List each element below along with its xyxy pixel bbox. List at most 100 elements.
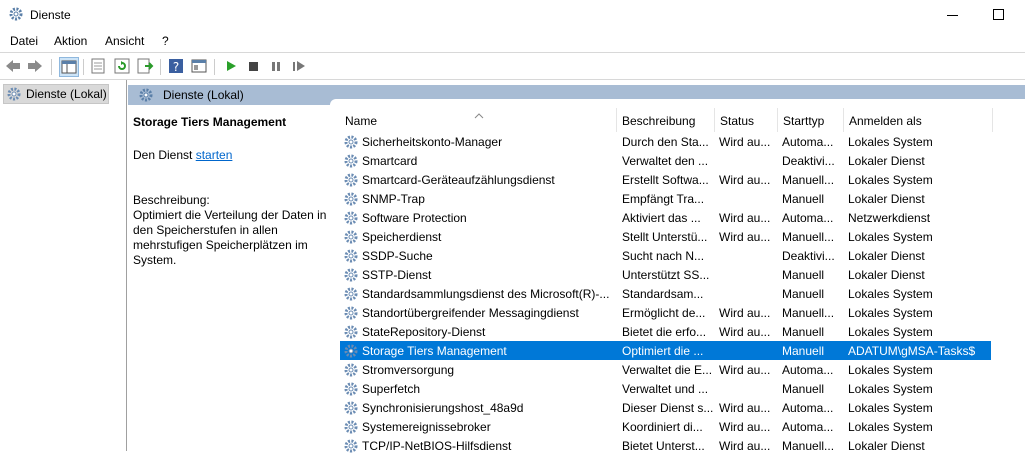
maximize-button[interactable] xyxy=(985,6,1015,24)
column-header-name[interactable]: Name xyxy=(340,108,616,132)
table-row[interactable]: Systemereignissebroker Koordiniert di... W… xyxy=(340,417,991,436)
services-gear-icon xyxy=(138,87,154,106)
export-list-icon[interactable] xyxy=(136,57,154,75)
cell-start-type: Automa... xyxy=(782,135,834,149)
table-row[interactable]: TCP/IP-NetBIOS-Hilfsdienst Bietet Unterst… xyxy=(340,436,991,455)
toolbar-separator xyxy=(214,59,215,75)
selected-service-name: Storage Tiers Management xyxy=(133,115,287,129)
cell-status: Wird au... xyxy=(719,230,771,244)
column-header-status[interactable]: Status xyxy=(715,108,777,132)
cell-status: Wird au... xyxy=(719,135,771,149)
cell-description: Aktiviert das ... xyxy=(622,211,701,225)
cell-status: Wird au... xyxy=(719,325,771,339)
table-row[interactable]: Standardsammlungsdienst des Microsoft(R)… xyxy=(340,284,991,303)
toolbar: ? xyxy=(0,52,1025,80)
cell-description: Durch den Sta... xyxy=(622,135,709,149)
cell-name: Superfetch xyxy=(362,382,421,396)
help-icon[interactable]: ? xyxy=(167,57,185,75)
menu-datei[interactable]: Datei xyxy=(10,34,38,48)
cell-logon-as: Lokales System xyxy=(848,401,933,415)
table-row[interactable]: Synchronisierungshost_48a9d Dieser Dienst… xyxy=(340,398,991,417)
cell-start-type: Deaktivi... xyxy=(782,154,835,168)
cell-name: Synchronisierungshost_48a9d xyxy=(362,401,524,415)
cell-logon-as: ADATUM\gMSA-Tasks$ xyxy=(848,344,976,358)
cell-status: Wird au... xyxy=(719,420,771,434)
tree-item-dienste-lokal[interactable]: Dienste (Lokal) xyxy=(3,84,109,104)
cell-start-type: Automa... xyxy=(782,363,834,377)
description-label: Beschreibung: xyxy=(133,193,210,207)
table-row[interactable]: StateRepository-Dienst Bietet die erfo...… xyxy=(340,322,991,341)
description-text: Optimiert die Verteilung der Daten in de… xyxy=(133,208,327,267)
menu-aktion[interactable]: Aktion xyxy=(54,34,87,48)
cell-name: Speicherdienst xyxy=(362,230,442,244)
cell-logon-as: Netzwerkdienst xyxy=(848,211,931,225)
cell-name: SNMP-Trap xyxy=(362,192,425,206)
cell-name: Smartcard xyxy=(362,154,418,168)
svg-text:?: ? xyxy=(173,60,179,74)
cell-name: Standortübergreifender Messagingdienst xyxy=(362,306,579,320)
table-row[interactable]: Sicherheitskonto-Manager Durch den Sta...… xyxy=(340,132,991,151)
console-tree-icon[interactable] xyxy=(59,57,79,77)
cell-name: Sicherheitskonto-Manager xyxy=(362,135,503,149)
cell-name: SSDP-Suche xyxy=(362,249,433,263)
table-row[interactable]: SSDP-Suche Sucht nach N... Deaktivi... Loka… xyxy=(340,246,991,265)
table-row[interactable]: Superfetch Verwaltet und ... Manuell Lokale… xyxy=(340,379,991,398)
table-row[interactable]: Software Protection Aktiviert das ... Wird… xyxy=(340,208,991,227)
cell-status: Wird au... xyxy=(719,363,771,377)
refresh-icon[interactable] xyxy=(113,57,131,75)
table-row[interactable]: Smartcard-Geräteaufzählungsdienst Erstell… xyxy=(340,170,991,189)
services-gear-icon xyxy=(6,86,22,105)
cell-logon-as: Lokales System xyxy=(848,363,933,377)
table-row[interactable]: Speicherdienst Stellt Unterstü... Wird au.… xyxy=(340,227,991,246)
column-separator[interactable] xyxy=(992,108,993,132)
start-service-link[interactable]: starten xyxy=(196,148,233,162)
cell-logon-as: Lokales System xyxy=(848,420,933,434)
cell-logon-as: Lokales System xyxy=(848,306,933,320)
cell-start-type: Manuell xyxy=(782,287,825,301)
menu-help[interactable]: ? xyxy=(162,34,169,48)
table-row[interactable]: SNMP-Trap Empfängt Tra... Manuell Lokaler D… xyxy=(340,189,991,208)
services-gear-icon xyxy=(8,6,24,22)
pane-header: Dienste (Lokal) xyxy=(128,85,1025,105)
cell-start-type: Automa... xyxy=(782,420,834,434)
cell-start-type: Automa... xyxy=(782,401,834,415)
console-tree: Dienste (Lokal) xyxy=(0,80,127,451)
table-row[interactable]: Stromversorgung Verwaltet die E... Wird au… xyxy=(340,360,991,379)
column-header-starttyp[interactable]: Starttyp xyxy=(778,108,843,132)
cell-logon-as: Lokaler Dienst xyxy=(848,268,925,282)
column-header-anmelden-als[interactable]: Anmelden als xyxy=(844,108,992,132)
cell-start-type: Manuell xyxy=(782,382,825,396)
cell-start-type: Manuell xyxy=(782,192,825,206)
toolbar-separator xyxy=(83,59,84,75)
cell-logon-as: Lokaler Dienst xyxy=(848,192,925,206)
view-icon[interactable] xyxy=(190,57,208,75)
restart-service-icon[interactable] xyxy=(290,57,308,75)
forward-arrow-icon[interactable] xyxy=(26,57,44,75)
cell-description: Verwaltet die E... xyxy=(622,363,713,377)
cell-logon-as: Lokales System xyxy=(848,287,933,301)
cell-start-type: Manuell xyxy=(782,325,825,339)
toolbar-separator xyxy=(160,59,161,75)
table-row-selected[interactable]: Storage Tiers Management Optimiert die ..… xyxy=(340,341,991,360)
cell-start-type: Automa... xyxy=(782,211,834,225)
menu-bar: Datei Aktion Ansicht ? xyxy=(0,30,1025,52)
cell-start-type: Manuell... xyxy=(782,230,835,244)
pane-header-title: Dienste (Lokal) xyxy=(163,88,244,102)
stop-service-icon[interactable] xyxy=(244,57,262,75)
properties-icon[interactable] xyxy=(89,57,107,75)
minimize-button[interactable] xyxy=(940,6,970,24)
cell-description: Dieser Dienst s... xyxy=(622,401,714,415)
pane-tab-curve xyxy=(330,99,1025,105)
cell-description: Bietet die erfo... xyxy=(622,325,707,339)
cell-description: Optimiert die ... xyxy=(622,344,704,358)
cell-description: Empfängt Tra... xyxy=(622,192,705,206)
table-row[interactable]: Standortübergreifender Messagingdienst Er… xyxy=(340,303,991,322)
pause-service-icon[interactable] xyxy=(267,57,285,75)
menu-ansicht[interactable]: Ansicht xyxy=(105,34,144,48)
start-service-icon[interactable] xyxy=(222,57,240,75)
table-row[interactable]: SSTP-Dienst Unterstützt SS... Manuell Lokal… xyxy=(340,265,991,284)
column-header-beschreibung[interactable]: Beschreibung xyxy=(617,108,714,132)
table-row[interactable]: Smartcard Verwaltet den ... Deaktivi... Lok… xyxy=(340,151,991,170)
back-arrow-icon[interactable] xyxy=(4,57,22,75)
cell-description: Stellt Unterstü... xyxy=(622,230,708,244)
